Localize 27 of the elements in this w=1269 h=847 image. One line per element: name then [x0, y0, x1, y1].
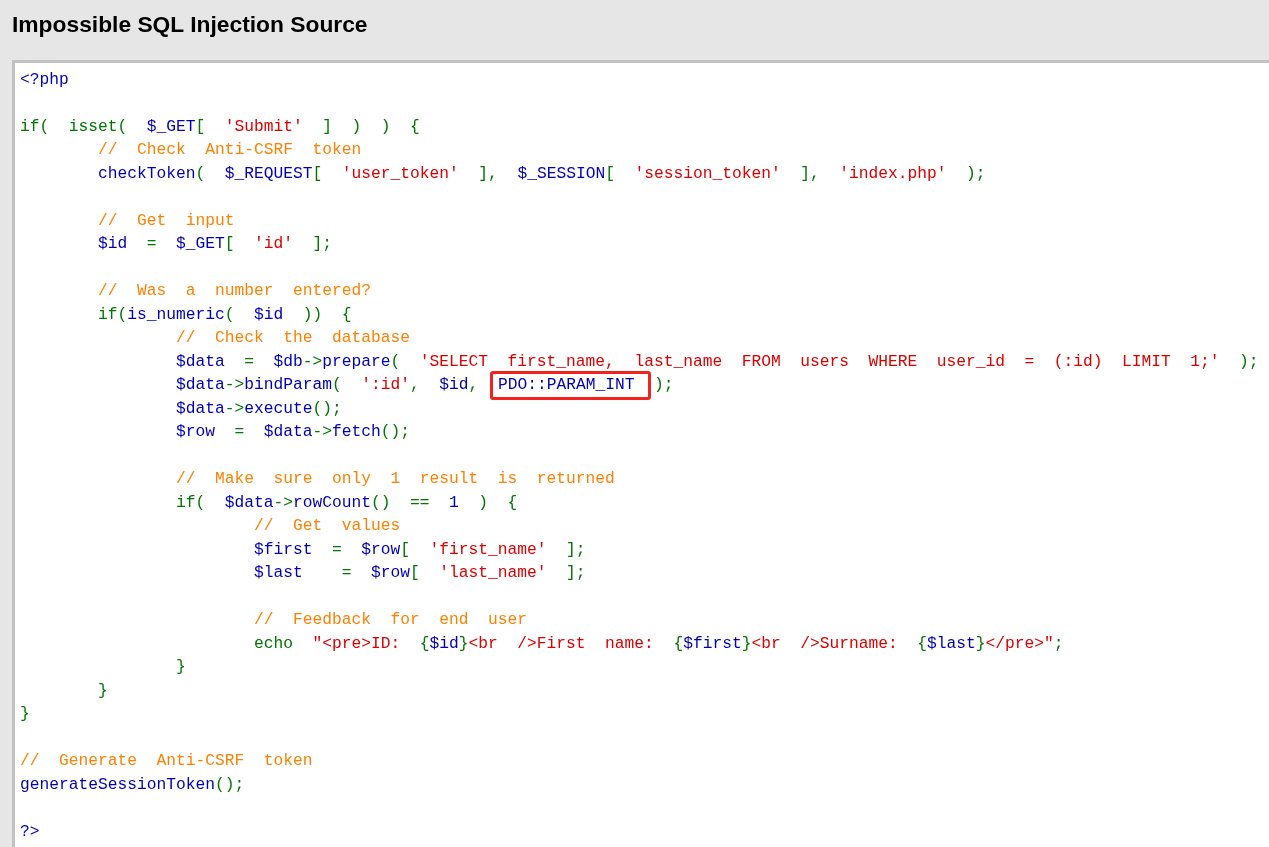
code-line: generateSessionToken(); — [20, 773, 245, 796]
code-line: // Check the database — [176, 327, 411, 349]
code-line: checkToken( $_REQUEST[ 'user_token' ], $_SESSION[ 'session_token' ], 'index.php' ); — [98, 162, 986, 185]
code-line: // Feedback for end user — [254, 609, 528, 631]
code-line: // Was a number entered? — [98, 280, 372, 302]
code-line: // Get input — [98, 209, 235, 232]
code-line: if( $data->rowCount() == 1 ) { — [176, 491, 518, 514]
code-line: ?> — [20, 820, 40, 843]
code-line: // Check Anti-CSRF token — [98, 139, 362, 161]
code-line: $data->execute(); — [176, 397, 342, 420]
code-line: // Get values — [254, 515, 401, 537]
code-line: // Generate Anti-CSRF token — [20, 750, 313, 772]
code-line: $first = $row[ 'first_name' ]; — [254, 538, 586, 561]
page-title: Impossible SQL Injection Source — [12, 10, 368, 39]
code-line: if(is_numeric( $id )) { — [98, 303, 352, 326]
code-line: $id = $_GET[ 'id' ]; — [98, 233, 333, 255]
code-line: if( isset( $_GET[ 'Submit' ] ) ) { — [20, 115, 420, 138]
code-line: $last = $row[ 'last_name' ]; — [254, 562, 586, 584]
code-line: $row = $data->fetch(); — [176, 421, 411, 443]
code-line: // Make sure only 1 result is returned — [176, 468, 615, 490]
code-line: } — [176, 656, 186, 678]
code-line: echo "<pre>ID: {$id}<br />First name: {$first}<br />Surname: {$last}</pre>"; — [254, 632, 1064, 655]
code-line: $data = $db->prepare( 'SELECT first_name, last_name FROM users WHERE user_id = (:id) LIMIT 1;' ); — [176, 350, 1259, 373]
code-line: <?php — [20, 68, 69, 91]
code-line: } — [20, 703, 30, 725]
code-line: $data->bindParam( ':id', $id, PDO::PARAM_INT ); — [176, 374, 674, 396]
code-line: } — [98, 679, 108, 702]
